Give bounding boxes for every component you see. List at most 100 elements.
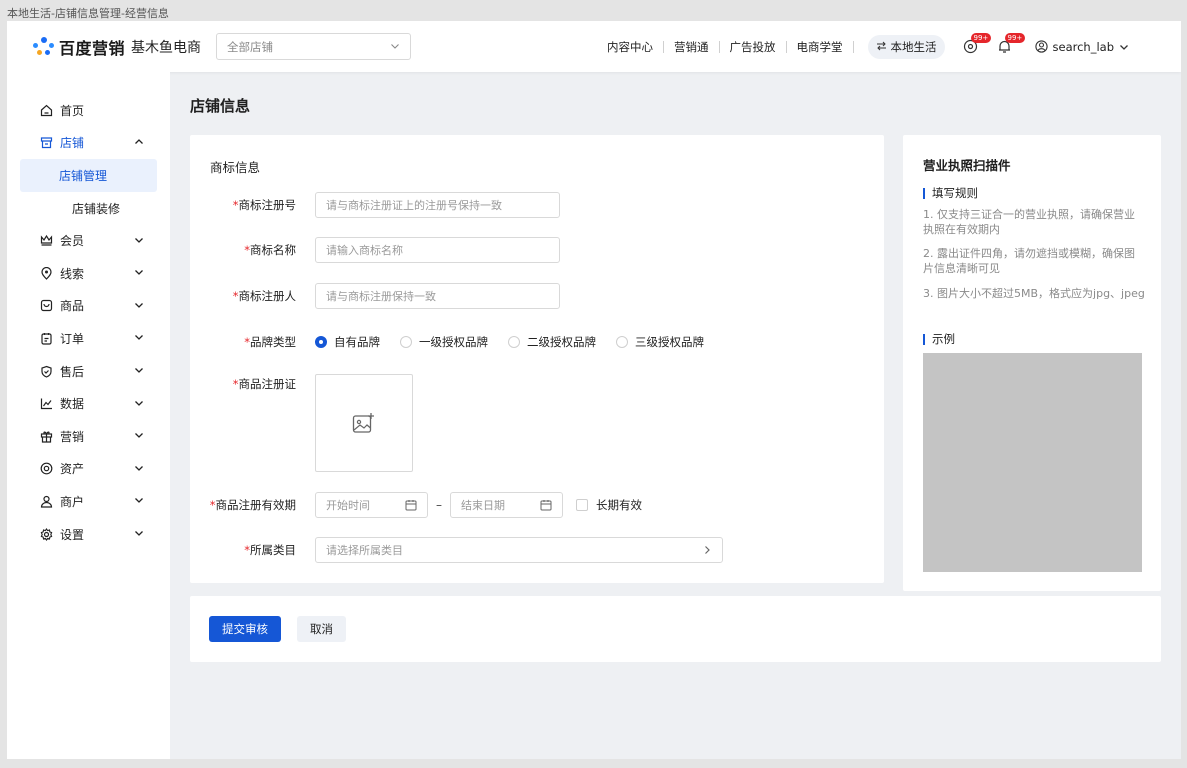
radio-label: 三级授权品牌	[635, 335, 704, 349]
window-caption: 本地生活-店铺信息管理-经营信息	[7, 7, 169, 20]
rule-item: 2. 露出证件四角，请勿遮挡或模糊，确保图片信息清晰可见	[923, 247, 1135, 275]
end-date-picker[interactable]: 结束日期	[450, 492, 563, 518]
chevron-down-icon	[134, 331, 144, 345]
crown-icon	[39, 234, 53, 248]
sidebar-subitem-store-management[interactable]: 店铺管理	[20, 159, 157, 192]
sidebar-item-member[interactable]: 会员	[7, 224, 170, 257]
radio-dot	[315, 336, 327, 348]
field-label: *商品注册有效期	[190, 497, 315, 513]
field-label-text: 商标注册号	[238, 198, 297, 212]
reg-no-input[interactable]: 请与商标注册证上的注册号保持一致	[315, 192, 560, 218]
field-validity: *商品注册有效期 开始时间 – 结束日期 长期有效	[190, 492, 642, 518]
message-button[interactable]: 99+	[963, 32, 992, 55]
sidebar-item-assets[interactable]: 资产	[7, 453, 170, 486]
radio-dot	[508, 336, 520, 348]
logo-icon	[33, 37, 55, 57]
example-image-placeholder	[923, 353, 1142, 572]
sidebar-item-products[interactable]: 商品	[7, 290, 170, 323]
notification-badge: 99+	[1004, 32, 1026, 43]
message-badge: 99+	[970, 32, 992, 43]
registrant-input[interactable]: 请与商标注册保持一致	[315, 283, 560, 309]
start-date-placeholder: 开始时间	[326, 499, 370, 512]
local-life-switch[interactable]: 本地生活	[867, 34, 945, 59]
radio-dot	[400, 336, 412, 348]
sidebar-item-label: 营销	[60, 429, 85, 444]
brand-name: 百度营销	[59, 39, 126, 58]
radio-own-brand[interactable]: 自有品牌	[315, 334, 380, 350]
nav-marketing-pass[interactable]: 营销通	[664, 39, 719, 55]
sidebar-item-orders[interactable]: 订单	[7, 322, 170, 355]
sidebar-item-label: 数据	[60, 397, 85, 412]
nav-content-center[interactable]: 内容中心	[597, 39, 663, 55]
long-term-checkbox[interactable]: 长期有效	[576, 497, 642, 513]
chevron-down-icon	[134, 364, 144, 378]
radio-label: 一级授权品牌	[419, 335, 488, 349]
cancel-button[interactable]: 取消	[297, 616, 346, 642]
nav-ecommerce-school[interactable]: 电商学堂	[787, 39, 853, 55]
chevron-down-icon	[134, 266, 144, 280]
submit-review-button[interactable]: 提交审核	[209, 616, 281, 642]
category-select[interactable]: 请选择所属类目	[315, 537, 723, 563]
nav-ad-placement[interactable]: 广告投放	[720, 39, 786, 55]
chevron-down-icon	[134, 462, 144, 476]
chevron-down-icon	[390, 40, 400, 54]
sidebar-item-home[interactable]: 首页	[7, 94, 170, 127]
field-label-text: 商品注册证	[238, 377, 297, 391]
field-label-text: 商品注册有效期	[215, 498, 297, 512]
nav-divider	[852, 40, 854, 53]
switch-icon	[876, 40, 887, 54]
rule-item: 3. 图片大小不超过5MB，格式应为jpg、jpeg	[923, 287, 1145, 300]
license-panel-title: 营业执照扫描件	[923, 158, 1011, 173]
gift-icon	[39, 429, 53, 443]
rule-item: 1. 仅支持三证合一的营业执照，请确保营业执照在有效期内	[923, 208, 1135, 236]
main-content: 店铺信息 商标信息 *商标注册号 请与商标注册证上的注册号保持一致 *商标名称 …	[170, 72, 1181, 759]
sidebar-item-label: 商户	[60, 494, 85, 509]
coin-icon	[39, 462, 53, 476]
field-category: *所属类目 请选择所属类目	[190, 537, 723, 563]
field-registrant: *商标注册人 请与商标注册保持一致	[190, 283, 560, 309]
sidebar-item-settings[interactable]: 设置	[7, 518, 170, 551]
field-label: *商标注册人	[190, 288, 315, 304]
sidebar-item-label: 售后	[60, 364, 85, 379]
checkbox-box	[576, 499, 588, 511]
sidebar-subitem-store-decoration[interactable]: 店铺装修	[20, 192, 157, 225]
calendar-icon	[405, 500, 417, 511]
field-label: *商标名称	[190, 242, 315, 258]
sidebar-item-data[interactable]: 数据	[7, 387, 170, 420]
top-nav: 内容中心 营销通 广告投放 电商学堂 本地生活 99+ 99+ search_l…	[597, 21, 1129, 72]
field-certificate: *商品注册证	[190, 374, 413, 472]
sidebar-item-label: 资产	[60, 462, 85, 477]
radio-level1-authorized[interactable]: 一级授权品牌	[400, 334, 488, 350]
trademark-form-card: 商标信息 *商标注册号 请与商标注册证上的注册号保持一致 *商标名称 请输入商标…	[190, 135, 884, 583]
certificate-upload[interactable]	[315, 374, 413, 472]
shield-check-icon	[39, 364, 53, 378]
brand-logo[interactable]: 百度营销 基木鱼电商	[33, 35, 201, 59]
store-select[interactable]: 全部店铺	[216, 33, 411, 60]
field-label: *商标注册号	[190, 197, 315, 213]
home-icon	[39, 103, 53, 117]
sidebar-item-merchant[interactable]: 商户	[7, 485, 170, 518]
radio-level3-authorized[interactable]: 三级授权品牌	[616, 334, 704, 350]
location-icon	[39, 266, 53, 280]
sidebar-item-label: 设置	[60, 527, 85, 542]
checkbox-label: 长期有效	[596, 498, 642, 512]
trademark-name-input[interactable]: 请输入商标名称	[315, 237, 560, 263]
example-title: 示例	[923, 331, 955, 347]
sidebar-item-marketing[interactable]: 营销	[7, 420, 170, 453]
sidebar-item-leads[interactable]: 线索	[7, 257, 170, 290]
radio-level2-authorized[interactable]: 二级授权品牌	[508, 334, 596, 350]
user-menu[interactable]: search_lab	[1034, 39, 1130, 54]
chevron-down-icon	[134, 234, 144, 248]
product-name: 基木鱼电商	[131, 40, 202, 56]
product-icon	[39, 299, 53, 313]
sidebar-item-after-sales[interactable]: 售后	[7, 355, 170, 388]
chevron-up-icon	[134, 136, 144, 150]
field-label: *品牌类型	[190, 334, 315, 350]
radio-label: 二级授权品牌	[527, 335, 596, 349]
field-label-text: 商标名称	[250, 243, 296, 257]
end-date-placeholder: 结束日期	[461, 499, 505, 512]
sidebar-item-store[interactable]: 店铺	[7, 127, 170, 160]
notification-button[interactable]: 99+	[997, 32, 1026, 55]
start-date-picker[interactable]: 开始时间	[315, 492, 428, 518]
user-name: search_lab	[1052, 39, 1115, 54]
